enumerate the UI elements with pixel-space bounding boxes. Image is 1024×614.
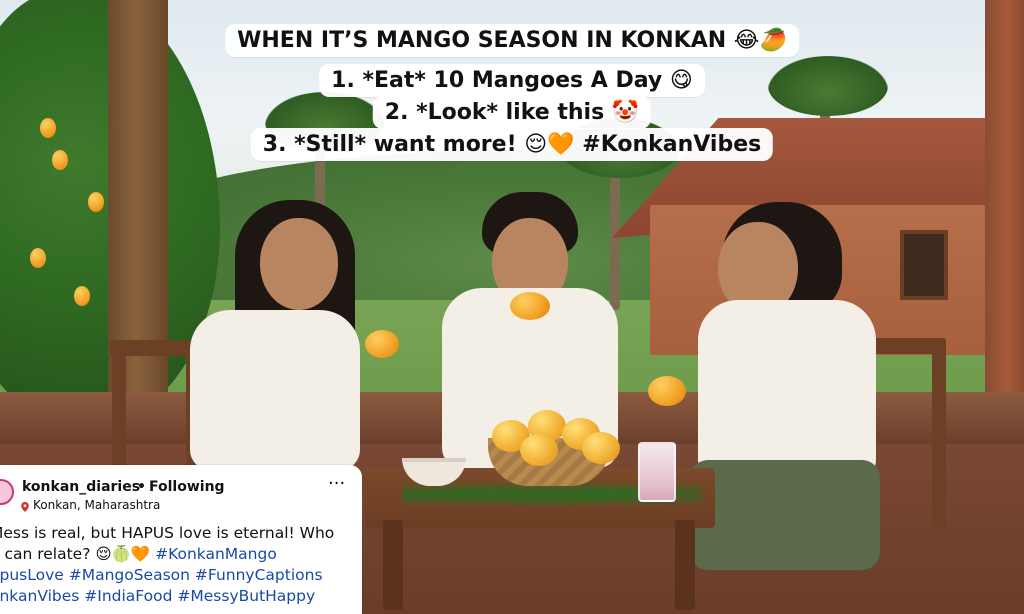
meme-item-2: 2. *Look* like this 🤡 <box>372 96 652 129</box>
basket-mango <box>520 434 558 466</box>
milkshake-glass <box>638 442 676 502</box>
pants <box>690 460 880 570</box>
profile-avatar-icon[interactable] <box>0 479 14 505</box>
brick-wall <box>985 0 1024 420</box>
house-window <box>900 230 948 300</box>
palm-leaves <box>768 56 888 116</box>
shirt <box>190 310 360 470</box>
meme-item-3: 3. *Still* want more! 😌🧡 #KonkanVibes <box>250 128 774 161</box>
table-leg <box>383 520 403 610</box>
location-text[interactable]: Konkan, Maharashtra <box>33 498 160 512</box>
location-pin-icon <box>20 501 30 512</box>
held-mango <box>648 376 686 406</box>
hashtag-line[interactable]: onkanVibes #IndiaFood #MessyButHappy <box>0 586 370 607</box>
chair-post <box>932 338 946 528</box>
post-caption: Mess is real, but HAPUS love is eternal!… <box>0 523 370 607</box>
basket-mango <box>582 432 620 464</box>
post-header: konkan_diaries • Following ··· Konkan, M… <box>0 473 362 515</box>
caption-line-2: e can relate? 😌🍈🧡 #KonkanMango <box>0 544 370 565</box>
meme-title: WHEN IT’S MANGO SEASON IN KONKAN 😂🥭 <box>225 24 799 57</box>
shirt <box>698 300 876 480</box>
tree-mango <box>40 118 56 138</box>
username[interactable]: konkan_diaries <box>22 479 140 495</box>
tree-mango <box>30 248 46 268</box>
separator-dot: • <box>137 479 146 495</box>
more-options-icon[interactable]: ··· <box>328 473 345 494</box>
held-mango <box>365 330 399 358</box>
hashtag-konkanmango[interactable]: #KonkanMango <box>155 545 277 563</box>
caption-line-1: Mess is real, but HAPUS love is eternal!… <box>0 524 335 542</box>
table-leg <box>675 520 695 610</box>
following-button[interactable]: Following <box>149 479 225 495</box>
tree-mango <box>74 286 90 306</box>
face <box>260 218 338 310</box>
held-mango <box>510 292 550 320</box>
meme-item-1: 1. *Eat* 10 Mangoes A Day 😋 <box>319 64 705 97</box>
hashtag-line[interactable]: apusLove #MangoSeason #FunnyCaptions <box>0 565 370 586</box>
caption-text: e can relate? 😌🍈🧡 <box>0 545 151 563</box>
post-card: konkan_diaries • Following ··· Konkan, M… <box>0 465 362 614</box>
tree-mango <box>88 192 104 212</box>
tree-mango <box>52 150 68 170</box>
